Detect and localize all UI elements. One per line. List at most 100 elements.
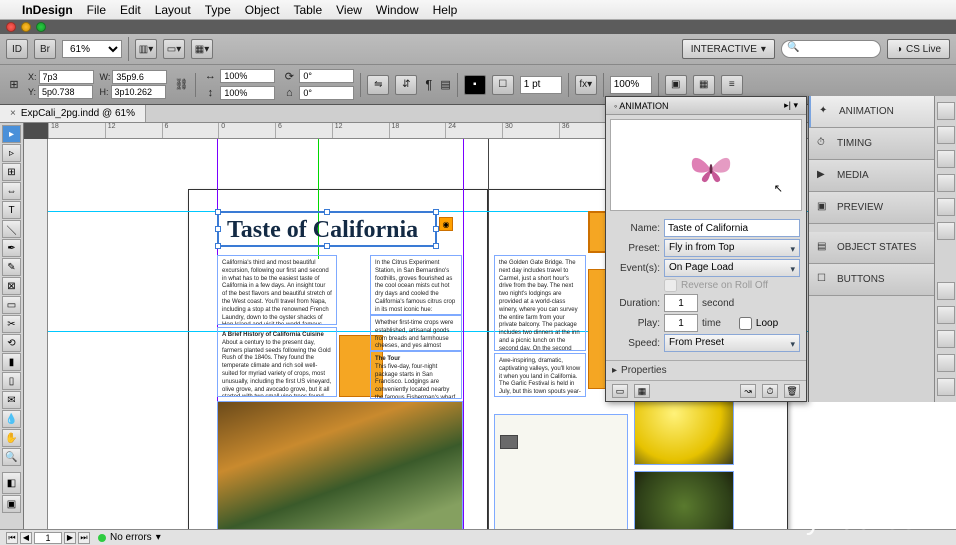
show-timing-button[interactable]: ⏱	[762, 384, 778, 398]
guide[interactable]	[463, 139, 464, 540]
prev-page-button[interactable]: ◀	[20, 532, 32, 544]
panel-menu-icon[interactable]: ▸| ▾	[784, 100, 798, 111]
text-frame[interactable]: A Brief History of California CuisineAbo…	[217, 327, 337, 397]
constrain-icon[interactable]: ⛓	[173, 77, 189, 93]
headline-frame[interactable]: Taste of California ◉	[217, 211, 437, 247]
view-mode-toggle[interactable]: ▣	[2, 495, 21, 513]
animation-name-field[interactable]	[664, 219, 800, 237]
rotate-field[interactable]	[299, 69, 354, 83]
menu-layout[interactable]: Layout	[155, 3, 191, 17]
menu-help[interactable]: Help	[433, 3, 458, 17]
show-proxy-button[interactable]: ▦	[634, 384, 650, 398]
media-placeholder-icon[interactable]	[500, 435, 518, 449]
layers-panel-icon[interactable]	[937, 126, 955, 144]
screen-mode-button[interactable]: ▭▾	[163, 39, 185, 59]
stroke-swatch[interactable]: ☐	[492, 75, 514, 95]
minimize-window-button[interactable]	[21, 22, 31, 32]
text-frame[interactable]: the Golden Gate Bridge. The next day inc…	[494, 255, 586, 351]
stroke-panel-icon[interactable]	[937, 174, 955, 192]
swatches-panel-icon[interactable]	[937, 222, 955, 240]
arrange-button[interactable]: ▦▾	[191, 39, 213, 59]
dock-object-states[interactable]: ▤OBJECT STATES	[809, 232, 934, 264]
type-tool[interactable]: T	[2, 201, 21, 219]
rectangle-frame-tool[interactable]: ⊠	[2, 277, 21, 295]
zoom-tool[interactable]: 🔍	[2, 448, 21, 466]
fit-content-button[interactable]: ▦	[693, 75, 715, 95]
close-window-button[interactable]	[6, 22, 16, 32]
zoom-window-button[interactable]	[36, 22, 46, 32]
menu-edit[interactable]: Edit	[120, 3, 141, 17]
flip-v-button[interactable]: ⇵	[395, 75, 417, 95]
stroke-weight-field[interactable]	[520, 76, 562, 94]
scale-x-field[interactable]	[220, 69, 275, 83]
dock-animation[interactable]: ✦ANIMATION	[809, 96, 934, 128]
effects-button[interactable]: fx▾	[575, 75, 597, 95]
text-frame[interactable]: Awe-inspiring, dramatic, captivating val…	[494, 353, 586, 397]
pencil-tool[interactable]: ✎	[2, 258, 21, 276]
menu-window[interactable]: Window	[376, 3, 419, 17]
cs-live-button[interactable]: ◑CS Live	[887, 39, 950, 59]
text-frame[interactable]: California's third and most beautiful ex…	[217, 255, 337, 325]
hand-tool[interactable]: ✋	[2, 429, 21, 447]
rectangle-tool[interactable]: ▭	[2, 296, 21, 314]
image-frame-landscape[interactable]	[217, 401, 463, 540]
preview-spread-button[interactable]: ▭	[612, 384, 628, 398]
close-tab-icon[interactable]: ×	[10, 108, 16, 119]
liquid-layout-icon[interactable]	[937, 282, 955, 300]
direct-selection-tool[interactable]: ▹	[2, 144, 21, 162]
shear-field[interactable]	[299, 86, 354, 100]
effects-panel-icon[interactable]	[937, 354, 955, 372]
vertical-ruler[interactable]	[24, 139, 48, 540]
pen-tool[interactable]: ✒	[2, 239, 21, 257]
pages-panel-icon[interactable]	[937, 102, 955, 120]
gradient-feather-tool[interactable]: ▯	[2, 372, 21, 390]
preflight-status[interactable]: No errors▾	[98, 532, 161, 543]
w-field[interactable]	[112, 70, 167, 84]
preset-dropdown[interactable]: Fly in from Top	[664, 239, 800, 257]
animation-panel[interactable]: ◦ ANIMATION ▸| ▾ ↖ Name: Preset: Fly in …	[605, 96, 807, 402]
app-name-menu[interactable]: InDesign	[22, 3, 73, 17]
loop-checkbox[interactable]	[739, 317, 752, 330]
line-tool[interactable]: ＼	[2, 220, 21, 238]
scale-y-field[interactable]	[220, 86, 275, 100]
object-styles-icon[interactable]	[937, 378, 955, 396]
text-frame[interactable]: In the Citrus Experiment Station, in San…	[370, 255, 462, 315]
document-tab[interactable]: × ExpCali_2pg.indd @ 61%	[0, 105, 146, 122]
menu-view[interactable]: View	[336, 3, 362, 17]
duration-field[interactable]	[664, 294, 698, 312]
links-panel-icon[interactable]	[937, 150, 955, 168]
fill-swatch[interactable]: ▪	[464, 75, 486, 95]
hyperlinks-icon[interactable]	[937, 306, 955, 324]
menu-file[interactable]: File	[87, 3, 106, 17]
story-icon[interactable]: ▤	[440, 78, 450, 91]
eyedropper-tool[interactable]: 💧	[2, 410, 21, 428]
scissors-tool[interactable]: ✂	[2, 315, 21, 333]
align-button[interactable]: ≡	[721, 75, 743, 95]
next-page-button[interactable]: ▶	[64, 532, 76, 544]
dock-media[interactable]: ▶MEDIA	[809, 160, 934, 192]
animation-panel-tab[interactable]: ◦ ANIMATION ▸| ▾	[606, 97, 806, 115]
gradient-tool[interactable]: ▮	[2, 353, 21, 371]
trash-button[interactable]: 🗑	[784, 384, 800, 398]
bookmarks-icon[interactable]	[937, 330, 955, 348]
menu-object[interactable]: Object	[245, 3, 280, 17]
animation-tag-icon[interactable]: ◉	[439, 217, 453, 231]
properties-disclosure[interactable]: ▸ Properties	[606, 360, 806, 380]
x-field[interactable]	[39, 70, 94, 84]
dock-buttons[interactable]: ☐BUTTONS	[809, 264, 934, 296]
text-frame[interactable]: Whether first-time crops were establishe…	[370, 315, 462, 351]
text-frame[interactable]: The TourThis five-day, four-night packag…	[370, 351, 462, 399]
y-field[interactable]	[38, 85, 93, 99]
menu-table[interactable]: Table	[293, 3, 322, 17]
color-panel-icon[interactable]	[937, 198, 955, 216]
fill-stroke-toggle[interactable]: ◧	[2, 472, 21, 494]
paragraph-icon[interactable]: ¶	[423, 77, 434, 92]
note-tool[interactable]: ✉	[2, 391, 21, 409]
view-mode-button[interactable]: ▥▾	[135, 39, 157, 59]
first-page-button[interactable]: ⏮	[6, 532, 18, 544]
menu-type[interactable]: Type	[205, 3, 231, 17]
page-number-field[interactable]	[34, 532, 62, 544]
opacity-field[interactable]	[610, 76, 652, 94]
free-transform-tool[interactable]: ⟲	[2, 334, 21, 352]
empty-frame[interactable]	[494, 414, 628, 540]
